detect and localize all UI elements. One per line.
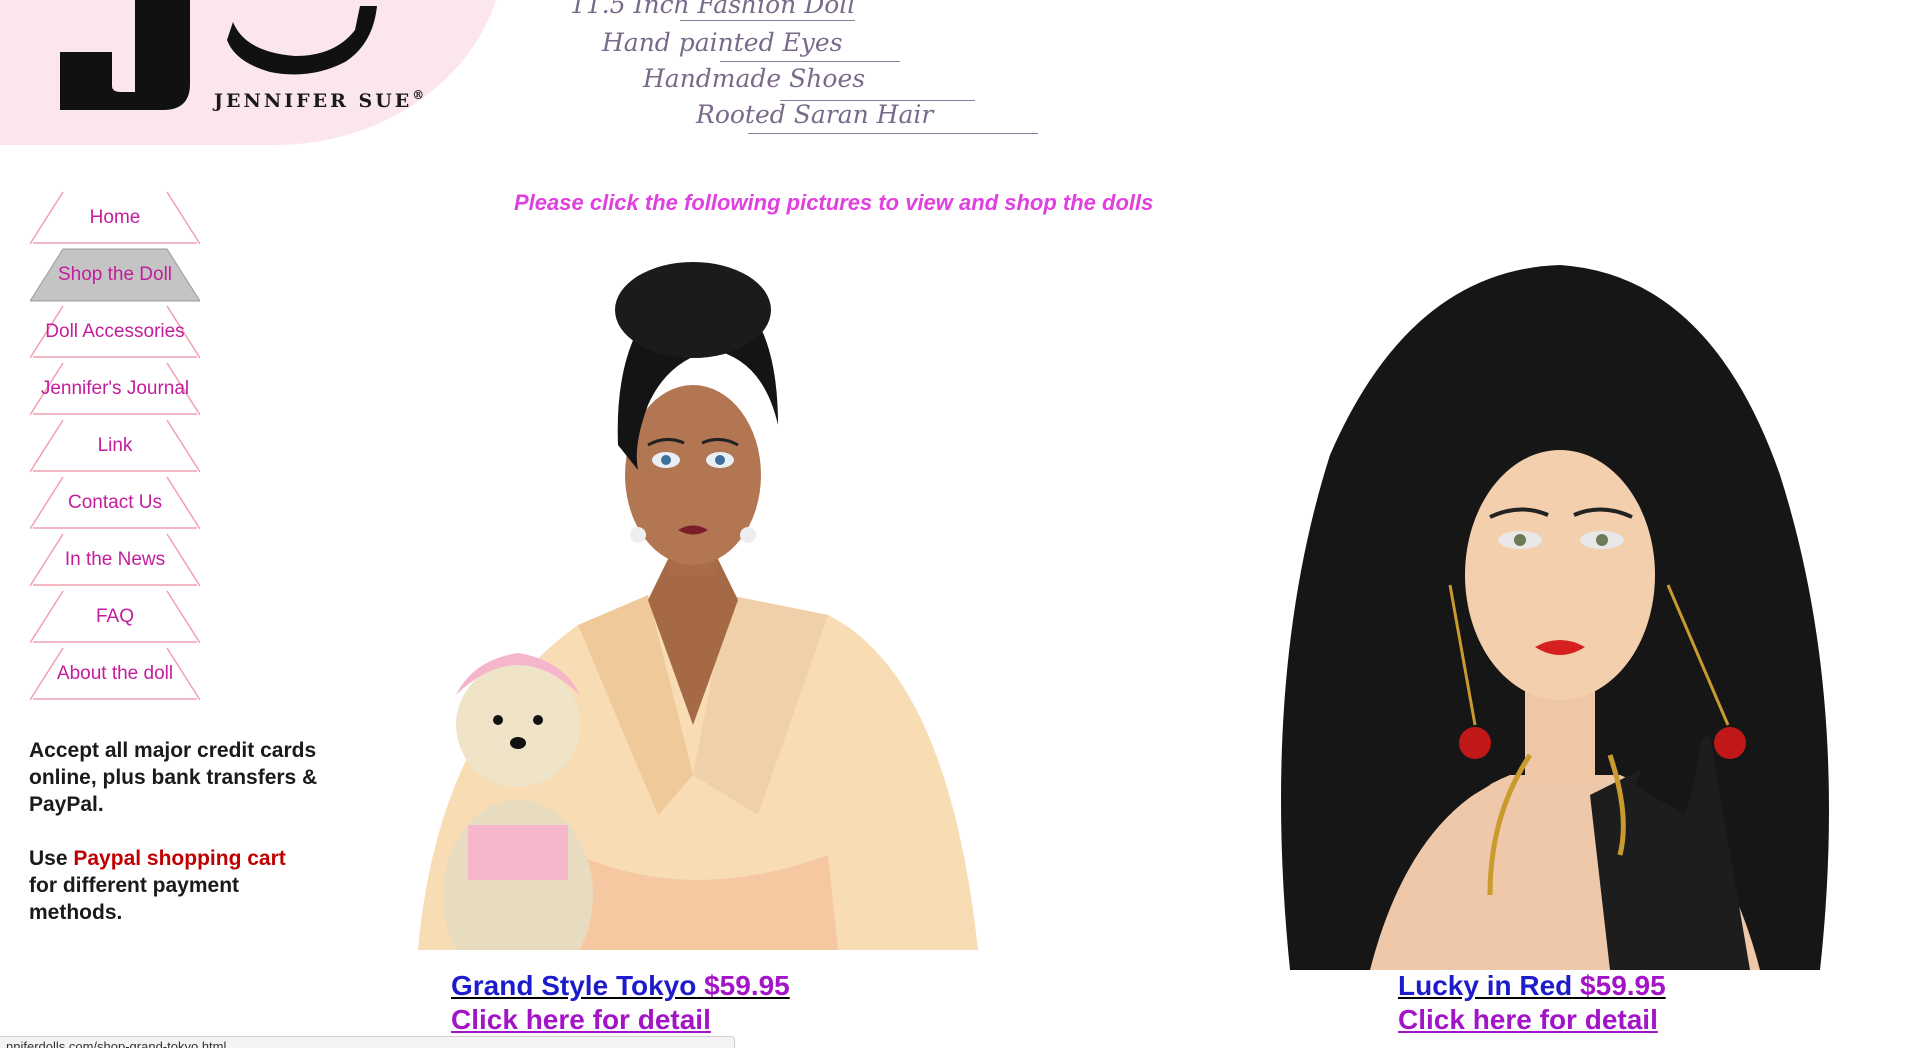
product-detail-link[interactable]: Click here for detail bbox=[451, 1004, 711, 1036]
nav-shop-the-doll[interactable]: Shop the Doll bbox=[30, 248, 200, 302]
nav-label: Contact Us bbox=[68, 492, 162, 513]
nav-label: In the News bbox=[64, 549, 166, 570]
logo-text: JENNIFER SUE bbox=[214, 90, 413, 112]
feature-underline bbox=[720, 61, 900, 62]
product-price[interactable]: $59.95 bbox=[1580, 970, 1666, 1001]
paypal-cart-link[interactable]: Paypal shopping cart bbox=[73, 847, 285, 870]
nav-label: Home bbox=[89, 207, 141, 228]
nav-jennifers-journal[interactable]: Jennifer's Journal bbox=[30, 362, 200, 416]
doll-image-tokyo bbox=[348, 255, 1048, 950]
nav-link[interactable]: Link bbox=[30, 419, 200, 473]
use-text: Use bbox=[29, 847, 68, 870]
nav-contact-us[interactable]: Contact Us bbox=[30, 476, 200, 530]
product-title-link[interactable]: Lucky in Red $59.95 bbox=[1398, 970, 1666, 1002]
browser-status-bar: nniferdolls.com/shop-grand-tokyo.html bbox=[0, 1036, 735, 1048]
payment-methods-text: for different payment methods. bbox=[29, 874, 240, 924]
product-name[interactable]: Lucky in Red bbox=[1398, 970, 1572, 1001]
product-detail-link[interactable]: Click here for detail bbox=[1398, 1004, 1658, 1036]
feature-underline bbox=[680, 20, 855, 21]
page-headline: Please click the following pictures to v… bbox=[514, 190, 1154, 215]
site-header: JENNIFER SUE® 11.5 Inch Fashion Doll Han… bbox=[0, 0, 1920, 145]
product-title-link[interactable]: Grand Style Tokyo $59.95 bbox=[451, 970, 790, 1002]
nav-label: About the doll bbox=[56, 663, 174, 684]
registered-mark: ® bbox=[412, 88, 425, 102]
nav-about-the-doll[interactable]: About the doll bbox=[30, 647, 200, 701]
product-name[interactable]: Grand Style Tokyo bbox=[451, 970, 696, 1001]
product-image-grand-style-tokyo[interactable] bbox=[348, 255, 1048, 950]
feature-hair: Rooted Saran Hair bbox=[696, 100, 934, 129]
nav-label: Link bbox=[97, 435, 133, 456]
feature-shoes: Handmade Shoes bbox=[643, 64, 866, 93]
feature-size: 11.5 Inch Fashion Doll bbox=[570, 0, 856, 19]
logo-wordmark: JENNIFER SUE® bbox=[214, 88, 424, 112]
nav-label: Doll Accessories bbox=[45, 321, 185, 342]
nav-in-the-news[interactable]: In the News bbox=[30, 533, 200, 587]
paypal-info: Use Paypal shopping cart for different p… bbox=[29, 845, 319, 926]
doll-image-lucky bbox=[1190, 255, 1920, 970]
feature-underline bbox=[748, 133, 1038, 134]
product-image-lucky-in-red[interactable] bbox=[1190, 255, 1920, 970]
nav-label: Jennifer's Journal bbox=[40, 378, 190, 399]
feature-eyes: Hand painted Eyes bbox=[602, 28, 843, 57]
nav-label: Shop the Doll bbox=[57, 264, 173, 285]
page: JENNIFER SUE® 11.5 Inch Fashion Doll Han… bbox=[0, 0, 1920, 1048]
nav-label: FAQ bbox=[95, 606, 134, 627]
nav-doll-accessories[interactable]: Doll Accessories bbox=[30, 305, 200, 359]
nav-faq[interactable]: FAQ bbox=[30, 590, 200, 644]
payment-info-text: Accept all major credit cards online, pl… bbox=[29, 739, 318, 816]
nav-home[interactable]: Home bbox=[30, 191, 200, 245]
product-price[interactable]: $59.95 bbox=[704, 970, 790, 1001]
